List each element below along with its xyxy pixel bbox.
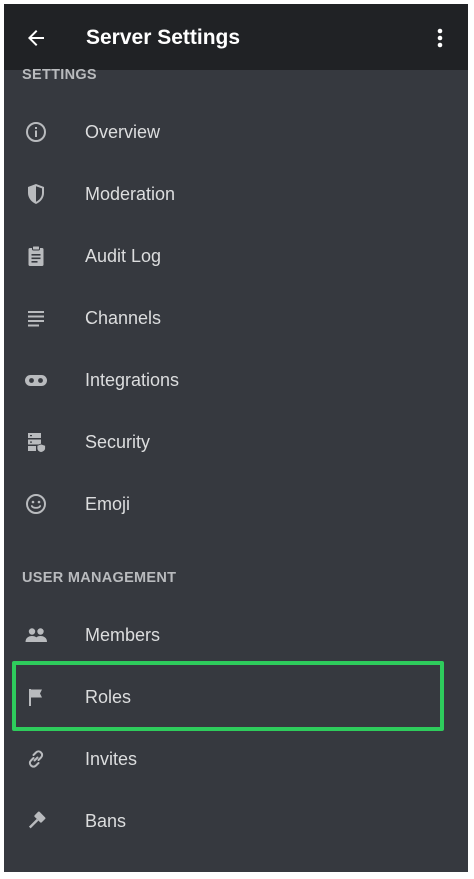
settings-item-channels[interactable]: Channels [4, 288, 468, 348]
settings-item-bans[interactable]: Bans [4, 791, 468, 851]
settings-item-label: Integrations [85, 370, 180, 390]
settings-item-emoji[interactable]: Emoji [4, 474, 468, 534]
settings-item-overview[interactable]: Overview [4, 102, 468, 162]
gamepad-icon [23, 367, 49, 393]
settings-item-roles[interactable]: Roles [4, 667, 468, 727]
settings-item-integrations[interactable]: Integrations [4, 350, 468, 410]
link-icon [23, 746, 49, 772]
settings-item-security[interactable]: Security [4, 412, 468, 472]
section-header-user-management: USER MANAGEMENT [22, 570, 177, 586]
settings-item-label: Overview [85, 122, 161, 142]
settings-item-label: Security [85, 432, 151, 452]
page-title: Server Settings [86, 26, 241, 49]
top-bar: Server Settings [4, 4, 468, 70]
flag-icon [23, 684, 49, 710]
hammer-icon [23, 808, 49, 834]
section-header-settings: SETTINGS [22, 67, 97, 83]
back-button[interactable] [22, 24, 50, 52]
settings-item-label: Moderation [85, 184, 176, 204]
settings-item-label: Members [85, 625, 161, 645]
settings-item-label: Bans [85, 811, 127, 831]
info-icon [23, 119, 49, 145]
more-vertical-icon [437, 28, 443, 48]
people-icon [23, 622, 49, 648]
server-settings-screen: Server Settings SETTINGS Overview Modera… [4, 4, 468, 872]
settings-item-label: Channels [85, 308, 162, 328]
arrow-left-icon [28, 30, 44, 46]
settings-item-label: Emoji [85, 494, 131, 514]
settings-item-label: Invites [85, 749, 138, 769]
settings-item-label: Roles [85, 687, 132, 707]
settings-item-members[interactable]: Members [4, 605, 468, 665]
settings-item-moderation[interactable]: Moderation [4, 164, 468, 224]
server-lock-icon [23, 429, 49, 455]
settings-item-label: Audit Log [85, 246, 162, 266]
clipboard-icon [23, 243, 49, 269]
smiley-icon [23, 491, 49, 517]
shield-icon [23, 181, 49, 207]
settings-item-invites[interactable]: Invites [4, 729, 468, 789]
list-icon [23, 305, 49, 331]
settings-item-audit-log[interactable]: Audit Log [4, 226, 468, 286]
more-options-button[interactable] [430, 24, 450, 52]
